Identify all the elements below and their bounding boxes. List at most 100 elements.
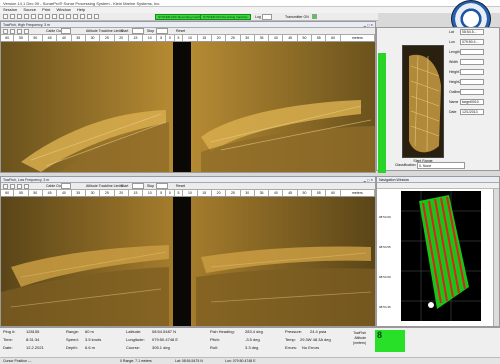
zoom-out-icon[interactable]: [10, 184, 15, 189]
help-icon[interactable]: [94, 14, 99, 19]
target-field-input[interactable]: 12/1/2013: [460, 109, 484, 115]
range-tick: 50: [28, 35, 43, 41]
sonar-waterfall-low[interactable]: [1, 197, 375, 326]
range-tick: 25: [225, 35, 241, 41]
menu-session[interactable]: Session: [3, 7, 17, 12]
palette-icon[interactable]: [24, 184, 29, 189]
target-field-input[interactable]: [460, 59, 484, 65]
target-field-row: Width: [448, 59, 500, 67]
range-tick: 25: [225, 190, 241, 196]
range-tick: 20: [211, 190, 227, 196]
range-tick: 45: [282, 190, 298, 196]
stop-field[interactable]: [156, 28, 168, 34]
window-buttons[interactable]: ▁ ▢ ✕: [364, 23, 373, 27]
stop-field[interactable]: [156, 183, 168, 189]
range-tick: 55: [13, 190, 29, 196]
target-field-input[interactable]: [460, 79, 484, 85]
menu-help[interactable]: Help: [77, 7, 85, 12]
range-tick: 55: [311, 35, 327, 41]
target-field-label: Outline: [449, 90, 461, 94]
range-tick: 60: [325, 35, 341, 41]
menu-print[interactable]: Print: [42, 7, 50, 12]
range-tick: 15: [128, 35, 144, 41]
gain-icon[interactable]: [17, 184, 22, 189]
cursor-range: 0 Range: 7.1 meters: [120, 359, 152, 363]
target-field-input[interactable]: [460, 89, 484, 95]
zoom-icon[interactable]: [52, 14, 57, 19]
reset-button[interactable]: Reset: [176, 28, 185, 34]
menu-window[interactable]: Window: [57, 7, 71, 12]
range-tick: 35: [254, 35, 270, 41]
fish-heading-label: Fish Heading:: [210, 329, 235, 334]
range-tick: 50: [297, 190, 313, 196]
target-field-row: Lat 08:54.5...: [448, 29, 500, 37]
target-field-input[interactable]: target0010: [460, 99, 484, 105]
open-icon[interactable]: [3, 14, 8, 19]
transmitter-label: Transmitter ON: [285, 15, 309, 19]
temp-label: Temp:: [285, 337, 296, 342]
grid-icon[interactable]: [66, 14, 71, 19]
start-field[interactable]: [132, 183, 144, 189]
range-label: Range:: [66, 329, 79, 334]
cable-out-label: Cable Out: [46, 29, 62, 33]
fish-heading-value: 283.4 deg: [245, 329, 263, 334]
range-tick: 55: [13, 35, 29, 41]
window-buttons[interactable]: ▁ ▢ ✕: [364, 178, 373, 182]
start-field[interactable]: [132, 28, 144, 34]
record-icon[interactable]: [38, 14, 43, 19]
reset-button[interactable]: Reset: [176, 183, 185, 189]
range-tick: 50: [28, 190, 43, 196]
menu-source[interactable]: Source: [23, 7, 36, 12]
print-icon[interactable]: [17, 14, 22, 19]
color-icon[interactable]: [73, 14, 78, 19]
stop-label: Stop: [147, 29, 155, 33]
sonar-waterfall-high[interactable]: [1, 42, 375, 172]
target-field-input[interactable]: [460, 49, 484, 55]
stop-icon[interactable]: [31, 14, 36, 19]
classification-select[interactable]: 0. None: [417, 162, 465, 169]
range-units: meters: [340, 190, 376, 196]
pitch-label: Pitch:: [210, 337, 221, 342]
navigation-map[interactable]: [401, 191, 481, 321]
altitude-label: Altitude Trackline Limits: [86, 29, 123, 33]
zoom-out-icon[interactable]: [10, 29, 15, 34]
target-field-input[interactable]: [460, 69, 484, 75]
gain-icon[interactable]: [80, 14, 85, 19]
gain-icon[interactable]: [17, 29, 22, 34]
range-tick: 35: [254, 190, 270, 196]
zoom-in-icon[interactable]: [3, 29, 8, 34]
toolbar: SYSTEM OFF Recording Inactivity SYSTEM O…: [0, 13, 378, 21]
window-icon[interactable]: [87, 14, 92, 19]
log-field[interactable]: [262, 14, 272, 20]
range-tick: 5: [174, 190, 184, 196]
depth-label: Depth:: [66, 345, 78, 350]
transmitter-toggle[interactable]: [312, 14, 317, 19]
errors-label: Errors:: [285, 345, 297, 350]
range-value: 60 m: [85, 329, 94, 334]
start-label: Start: [121, 184, 129, 188]
target-field-input[interactable]: 079:50.4...: [460, 39, 484, 45]
save-icon[interactable]: [10, 14, 15, 19]
play-icon[interactable]: [24, 14, 29, 19]
zoom-in-icon[interactable]: [3, 184, 8, 189]
pitch-value: -3.5 deg: [245, 337, 260, 342]
course-label: Course:: [126, 345, 141, 350]
time-label: Time:: [3, 337, 13, 342]
cursor-position: Cursor Position ---: [3, 359, 32, 363]
settings-icon[interactable]: [45, 14, 50, 19]
longitude-label: Longitude:: [126, 337, 145, 342]
range-tick: 15: [197, 190, 212, 196]
target-thumbnail[interactable]: [402, 45, 444, 158]
cable-out-field[interactable]: [61, 183, 71, 189]
window-title: Version 14.1 Dec 09 - SonarPro® Sonar Pr…: [0, 0, 500, 7]
range-tick: 30: [240, 35, 255, 41]
target-field-input[interactable]: 08:54.5...: [460, 29, 484, 35]
navigation-scrollbar[interactable]: [493, 189, 499, 326]
target-field-row: Height2: [448, 79, 500, 87]
palette-icon[interactable]: [24, 29, 29, 34]
range-tick: 45: [282, 35, 298, 41]
recording-status-2[interactable]: SYSTEM ON Recording Inactivity: [200, 14, 251, 20]
target-icon[interactable]: [59, 14, 64, 19]
range-tick: 40: [268, 35, 284, 41]
cable-out-field[interactable]: [61, 28, 71, 34]
